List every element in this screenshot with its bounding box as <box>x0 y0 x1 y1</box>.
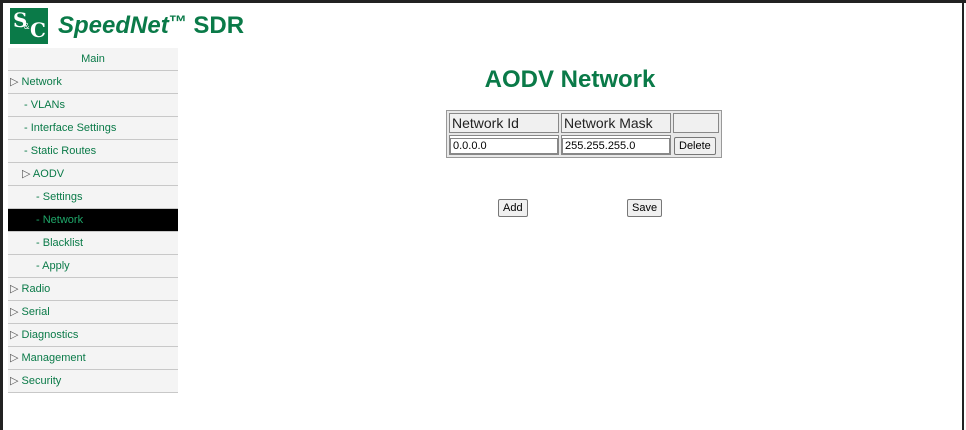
sidebar-item-label: Main <box>81 53 105 65</box>
network-id-cell <box>449 135 559 155</box>
sidebar-item-serial[interactable]: ▷ Serial <box>8 301 178 324</box>
logo-ampersand: & <box>24 22 30 31</box>
logo-letter-c: C <box>30 18 46 42</box>
network-mask-cell <box>561 135 671 155</box>
column-header-network-id: Network Id <box>449 113 559 133</box>
sidebar-item-label: Blacklist <box>42 237 84 249</box>
sidebar-item-label: Network <box>21 76 62 88</box>
dash-prefix: - <box>36 237 43 249</box>
sidebar-item-label: Settings <box>42 191 83 203</box>
sidebar-item-blacklist[interactable]: - Blacklist <box>8 232 178 255</box>
dash-prefix: - <box>36 214 43 226</box>
sidebar-item-apply[interactable]: - Apply <box>8 255 178 278</box>
sidebar-item-vlans[interactable]: - VLANs <box>8 94 178 117</box>
product-title: SpeedNet™ SDR <box>58 12 244 40</box>
brand-name: SpeedNet <box>58 12 169 39</box>
expand-triangle-icon: ▷ <box>10 375 22 387</box>
sidebar-item-label: AODV <box>32 168 65 180</box>
logo: S & C <box>10 8 48 44</box>
sidebar-item-settings[interactable]: - Settings <box>8 186 178 209</box>
sidebar-item-main[interactable]: Main <box>8 48 178 71</box>
sidebar-item-label: Security <box>21 375 62 387</box>
dash-prefix: - <box>24 99 31 111</box>
dash-prefix: - <box>24 122 31 134</box>
sidebar-item-label: Serial <box>21 306 50 318</box>
expand-triangle-icon: ▷ <box>10 76 22 88</box>
expand-triangle-icon: ▷ <box>10 283 22 295</box>
column-header-network-mask: Network Mask <box>561 113 671 133</box>
product-name: SDR <box>193 12 245 39</box>
dash-prefix: - <box>36 191 43 203</box>
sidebar-item-label: Apply <box>42 260 70 272</box>
save-button[interactable]: Save <box>627 199 663 217</box>
sidebar-item-aodv[interactable]: ▷ AODV <box>8 163 178 186</box>
sidebar-item-label: Network <box>42 214 84 226</box>
trademark: ™ <box>168 12 187 32</box>
sidebar-item-label: Diagnostics <box>21 329 79 341</box>
sidebar-item-label: VLANs <box>30 99 65 111</box>
action-cell: Delete <box>673 135 719 155</box>
sidebar-item-network[interactable]: ▷ Network <box>8 71 178 94</box>
sidebar-item-aodv-network[interactable]: - Network <box>8 209 178 232</box>
expand-triangle-icon: ▷ <box>10 306 22 318</box>
expand-triangle-icon: ▷ <box>22 168 33 180</box>
expand-triangle-icon: ▷ <box>10 352 22 364</box>
add-button[interactable]: Add <box>498 199 528 217</box>
network-id-input[interactable] <box>450 138 558 154</box>
sidebar-item-interface-settings[interactable]: - Interface Settings <box>8 117 178 140</box>
sidebar: Main ▷ Network - VLANs - Interface Setti… <box>8 48 178 393</box>
sidebar-item-radio[interactable]: ▷ Radio <box>8 278 178 301</box>
header: S & C SpeedNet™ SDR <box>10 6 244 46</box>
sidebar-item-diagnostics[interactable]: ▷ Diagnostics <box>8 324 178 347</box>
sidebar-item-management[interactable]: ▷ Management <box>8 347 178 370</box>
sidebar-item-label: Interface Settings <box>30 122 117 134</box>
page-title: AODV Network <box>484 66 656 93</box>
sidebar-item-static-routes[interactable]: - Static Routes <box>8 140 178 163</box>
network-table: Network Id Network Mask Delete <box>446 110 722 158</box>
table-row: Delete <box>449 135 719 155</box>
expand-triangle-icon: ▷ <box>10 329 22 341</box>
sidebar-item-label: Management <box>21 352 86 364</box>
sidebar-item-label: Static Routes <box>30 145 97 157</box>
sidebar-item-security[interactable]: ▷ Security <box>8 370 178 393</box>
column-header-action <box>673 113 719 133</box>
sidebar-item-label: Radio <box>21 283 51 295</box>
table-header-row: Network Id Network Mask <box>449 113 719 133</box>
dash-prefix: - <box>24 145 31 157</box>
network-mask-input[interactable] <box>562 138 670 154</box>
delete-button[interactable]: Delete <box>674 136 716 155</box>
